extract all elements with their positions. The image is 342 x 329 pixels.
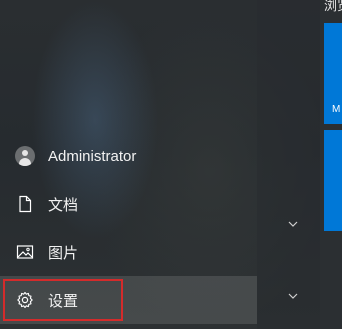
gear-icon: [17, 291, 33, 309]
documents-label: 文档: [48, 196, 79, 214]
settings-label: 设置: [48, 292, 79, 310]
user-account-button[interactable]: Administrator: [0, 132, 257, 180]
documents-button[interactable]: 文档: [0, 180, 257, 228]
app-tile-label: M: [332, 104, 341, 115]
app-list-strip: [257, 0, 320, 329]
document-icon: [19, 195, 32, 213]
chevron-down-icon[interactable]: [287, 290, 299, 302]
settings-button[interactable]: 设置: [0, 276, 257, 324]
start-menu-left-pane: Administrator 文档 图片 设置: [0, 0, 257, 329]
chevron-down-icon[interactable]: [287, 218, 299, 230]
user-avatar-icon: [15, 146, 35, 166]
user-account-label: Administrator: [48, 147, 137, 165]
app-tile[interactable]: [324, 130, 342, 231]
tile-group-title: 浏览: [324, 0, 342, 13]
pictures-icon: [16, 245, 34, 259]
pictures-button[interactable]: 图片: [0, 228, 257, 276]
pictures-label: 图片: [48, 244, 79, 262]
